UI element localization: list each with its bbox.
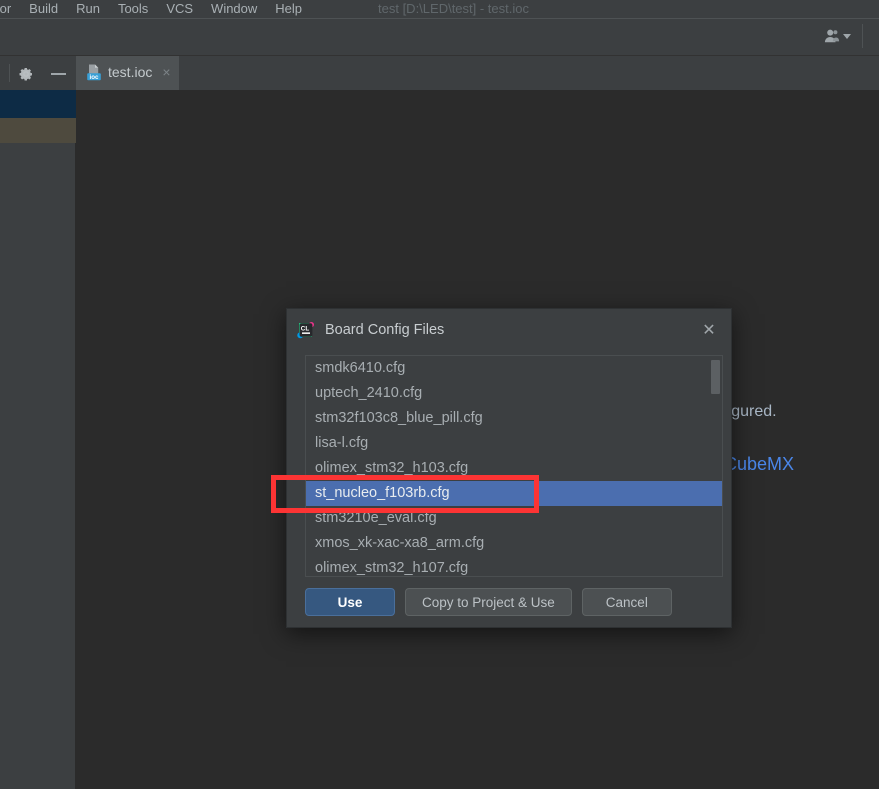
close-icon[interactable]: × [162,64,170,80]
user-icon [824,29,840,43]
tabbar-divider [9,64,10,82]
clion-icon: CL [297,322,314,339]
tab-test-ioc[interactable]: ioc test.ioc × [76,56,179,90]
account-menu-button[interactable] [824,28,851,44]
window-title: test [D:\LED\test] - test.ioc [378,1,529,16]
clion-window: tor Build Run Tools VCS Window Help test… [0,0,879,789]
list-scrollbar[interactable] [711,357,721,575]
tab-label: test.ioc [108,64,153,80]
list-item[interactable]: lisa-l.cfg [306,431,722,456]
toolbar-right-divider [862,24,863,48]
minimize-icon[interactable] [48,65,68,83]
menu-item-run[interactable]: Run [67,0,109,18]
svg-text:CL: CL [301,325,310,332]
chevron-down-icon [843,33,851,39]
menu-item-label: Help [275,1,303,16]
close-icon[interactable]: ✕ [699,320,719,340]
menu-item-refactor[interactable]: tor [0,0,20,18]
toolbar-top-divider [0,18,879,19]
svg-text:ioc: ioc [90,73,99,80]
gear-icon[interactable] [17,65,35,83]
left-panel-row-highlight-navy[interactable] [0,90,76,118]
main-toolbar [0,18,879,56]
use-button[interactable]: Use [305,588,395,616]
menu-item-label: VCS [166,1,194,16]
list-item[interactable]: smdk6410.cfg [306,356,722,381]
menu-item-build[interactable]: Build [20,0,67,18]
copy-to-project-and-use-button[interactable]: Copy to Project & Use [405,588,572,616]
dialog-title: Board Config Files [325,322,445,338]
menu-item-tools[interactable]: Tools [109,0,157,18]
list-item[interactable]: xmos_xk-xac-xa8_arm.cfg [306,531,722,556]
menu-item-label: Build [29,1,59,16]
ioc-file-icon: ioc [87,64,101,80]
menu-item-label: Window [211,1,258,16]
list-item[interactable]: olimex_stm32_h103.cfg [306,456,722,481]
list-item[interactable]: stm3210e_eval.cfg [306,506,722,531]
board-config-list[interactable]: smdk6410.cfg uptech_2410.cfg stm32f103c8_b… [305,355,723,577]
list-item[interactable]: uptech_2410.cfg [306,381,722,406]
left-panel-row-highlight-olive[interactable] [0,118,76,143]
menu-item-label: tor [0,1,12,16]
menu-item-label: Run [76,1,100,16]
board-config-files-dialog: CL Board Config Files ✕ smdk6410.cfg upte… [286,308,732,628]
menu-item-window[interactable]: Window [202,0,266,18]
menu-bar: tor Build Run Tools VCS Window Help test… [0,0,879,18]
menu-item-help[interactable]: Help [266,0,311,18]
board-config-list-items: smdk6410.cfg uptech_2410.cfg stm32f103c8_b… [306,356,722,576]
list-item[interactable]: stm32f103c8_blue_pill.cfg [306,406,722,431]
list-item[interactable]: st_nucleo_f103rb.cfg [306,481,722,506]
dialog-title-bar: CL Board Config Files ✕ [287,309,731,351]
minimize-bar [50,73,66,75]
dialog-button-row: Use Copy to Project & Use Cancel [305,587,713,617]
left-tool-panel [0,90,76,789]
menu-item-vcs[interactable]: VCS [157,0,202,18]
list-scrollbar-thumb[interactable] [711,360,720,394]
cancel-button[interactable]: Cancel [581,588,672,616]
menu-item-label: Tools [117,1,149,16]
list-item[interactable]: olimex_stm32_h107.cfg [306,556,722,576]
